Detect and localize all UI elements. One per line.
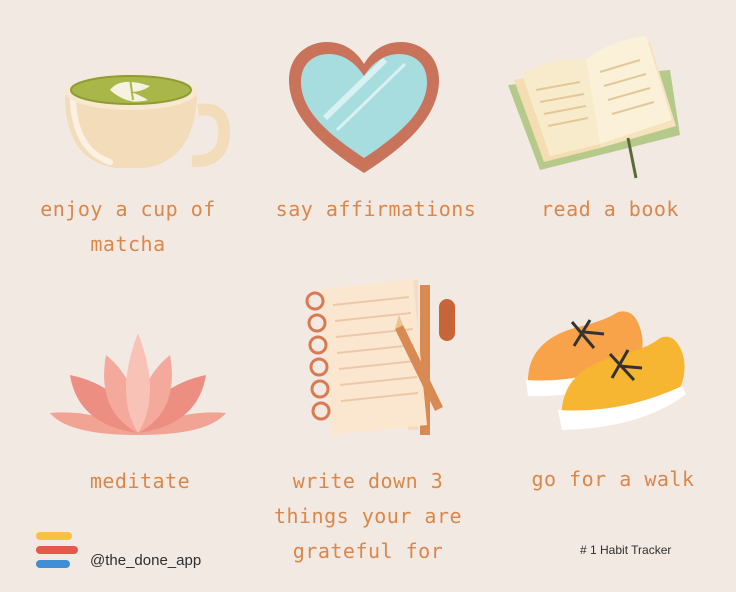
tagline: # 1 Habit Tracker [580,543,672,557]
done-app-logo-icon [36,530,82,576]
caption-read-book: read a book [541,197,679,221]
caption-matcha: enjoy a cup of matcha [40,197,216,256]
lotus-icon [50,333,226,435]
caption-meditate: meditate [89,469,191,493]
caption-affirmations: say affirmations [275,197,477,221]
app-handle: @the_done_app [90,552,202,569]
sneakers-icon [526,311,686,430]
notebook-pen-icon [305,279,455,435]
heart-mirror-icon [289,42,439,173]
caption-walk: go for a walk [531,467,695,491]
caption-gratitude: write down 3 things your are grateful fo… [273,469,463,563]
open-book-icon [508,36,680,179]
matcha-cup-icon [65,74,231,168]
